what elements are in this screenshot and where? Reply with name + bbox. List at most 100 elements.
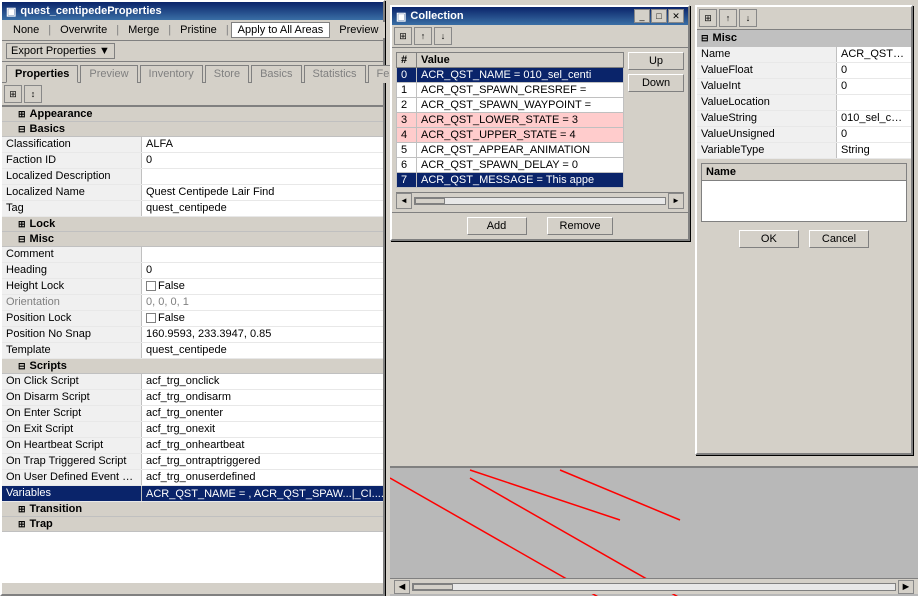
prop-template-name: Template [2,343,142,358]
props-grid-btn[interactable]: ⊞ [4,85,22,103]
menu-pristine[interactable]: Pristine [173,22,224,38]
tab-statistics[interactable]: Statistics [304,65,366,83]
name-section: Name [701,163,907,222]
tab-preview[interactable]: Preview [80,65,137,83]
section-lock[interactable]: ⊞ Lock [2,217,383,232]
tab-basics[interactable]: Basics [251,65,301,83]
section-transition-label: Transition [30,503,83,515]
right-up-btn[interactable]: ↑ [719,9,737,27]
prop-factionid-name: Faction ID [2,153,142,168]
menu-apply-areas[interactable]: Apply to All Areas [231,22,331,38]
right-prop-valuelocation-label: ValueLocation [697,95,837,110]
cell-val-5: ACR_QST_APPEAR_ANIMATION [417,143,624,158]
bottom-scroll-right[interactable]: ► [898,580,914,594]
prop-factionid: Faction ID 0 [2,153,383,169]
prop-variables-name: Variables [2,486,142,501]
remove-button[interactable]: Remove [547,217,614,235]
scroll-thumb[interactable] [415,198,445,204]
table-row-6[interactable]: 6 ACR_QST_SPAWN_DELAY = 0 [397,158,624,173]
minimize-btn[interactable]: _ [634,9,650,23]
table-row-5[interactable]: 5 ACR_QST_APPEAR_ANIMATION [397,143,624,158]
prop-comment-value [142,247,383,262]
expand-misc-icon: ⊟ [18,234,26,245]
collection-down-btn[interactable]: ↓ [434,27,452,45]
tab-inventory[interactable]: Inventory [140,65,203,83]
collection-grid-btn[interactable]: ⊞ [394,27,412,45]
prop-poslock-value: False [142,311,383,326]
right-prop-valueunsigned-label: ValueUnsigned [697,127,837,142]
prop-heightlock: Height Lock False [2,279,383,295]
maximize-btn[interactable]: □ [651,9,667,23]
section-appearance[interactable]: ⊞ Appearance [2,107,383,122]
prop-heightlock-name: Height Lock [2,279,142,294]
prop-poslock-name: Position Lock [2,311,142,326]
prop-orientation: Orientation 0, 0, 0, 1 [2,295,383,311]
left-window-icon: ▣ [6,5,16,18]
prop-comment: Comment [2,247,383,263]
table-row-2[interactable]: 2 ACR_QST_SPAWN_WAYPOINT = [397,98,624,113]
prop-orientation-value: 0, 0, 0, 1 [142,295,383,310]
prop-ondisarm-name: On Disarm Script [2,390,142,405]
cancel-button[interactable]: Cancel [809,230,869,248]
up-button[interactable]: Up [628,52,684,70]
scroll-right-btn[interactable]: ► [668,193,684,209]
section-misc[interactable]: ⊟ Misc [2,232,383,247]
name-section-label: Name [702,164,906,181]
left-window: ▣ quest_centipedeProperties None | Overw… [0,0,385,596]
cell-val-1: ACR_QST_SPAWN_CRESREF = [417,83,624,98]
section-trap-label: Trap [30,518,53,530]
prop-onheartbeat-value: acf_trg_onheartbeat [142,438,383,453]
section-basics[interactable]: ⊟ Basics [2,122,383,137]
prop-onclick-name: On Click Script [2,374,142,389]
right-section-misc[interactable]: ⊟ Misc [697,30,911,47]
menu-overwrite[interactable]: Overwrite [53,22,114,38]
bottom-scroll-track [412,583,896,591]
prop-posnsnap: Position No Snap 160.9593, 233.3947, 0.8… [2,327,383,343]
section-trap[interactable]: ⊞ Trap [2,517,383,532]
scroll-left-btn[interactable]: ◄ [396,193,412,209]
table-row-0[interactable]: 0 ACR_QST_NAME = 010_sel_centi [397,68,624,83]
menu-merge[interactable]: Merge [121,22,166,38]
collection-up-btn[interactable]: ↑ [414,27,432,45]
prop-variables[interactable]: Variables ACR_QST_NAME = , ACR_QST_SPAW.… [2,486,383,502]
collection-bottom-buttons: Add Remove [392,212,688,239]
tab-properties[interactable]: Properties [6,65,78,83]
prop-onheartbeat: On Heartbeat Script acf_trg_onheartbeat [2,438,383,454]
table-row-4[interactable]: 4 ACR_QST_UPPER_STATE = 4 [397,128,624,143]
right-down-btn[interactable]: ↓ [739,9,757,27]
table-row-1[interactable]: 1 ACR_QST_SPAWN_CRESREF = [397,83,624,98]
menu-none[interactable]: None [6,22,46,38]
bottom-scroll-left[interactable]: ◄ [394,580,410,594]
section-scripts[interactable]: ⊟ Scripts [2,359,383,374]
prop-locdesc: Localized Description [2,169,383,185]
prop-comment-name: Comment [2,247,142,262]
expand-appearance-icon: ⊞ [18,109,26,120]
table-row-7[interactable]: 7 ACR_QST_MESSAGE = This appe [397,173,624,188]
prop-classification: Classification ALFA [2,137,383,153]
down-button[interactable]: Down [628,74,684,92]
poslock-checkbox[interactable] [146,313,156,323]
prop-onenter: On Enter Script acf_trg_onenter [2,406,383,422]
ok-button[interactable]: OK [739,230,799,248]
bottom-scroll-thumb[interactable] [413,584,453,590]
prop-posnosnap-name: Position No Snap [2,327,142,342]
menu-preview[interactable]: Preview [332,22,385,38]
section-transition[interactable]: ⊞ Transition [2,502,383,517]
table-row-3[interactable]: 3 ACR_QST_LOWER_STATE = 3 [397,113,624,128]
cell-val-3: ACR_QST_LOWER_STATE = 3 [417,113,624,128]
add-button[interactable]: Add [467,217,527,235]
props-sort-btn[interactable]: ↕ [24,85,42,103]
collection-titlebar: ▣ Collection _ □ ✕ [392,7,688,25]
section-scripts-label: Scripts [30,360,67,372]
prop-classification-value: ALFA [142,137,383,152]
right-grid-btn[interactable]: ⊞ [699,9,717,27]
close-btn[interactable]: ✕ [668,9,684,23]
right-props-toolbar: ⊞ ↑ ↓ [697,7,911,30]
export-properties-dropdown[interactable]: Export Properties ▼ [6,43,115,59]
col-value: Value [417,53,624,68]
tab-store[interactable]: Store [205,65,249,83]
prop-onexit-name: On Exit Script [2,422,142,437]
scroll-track [414,197,666,205]
properties-panel: ⊞ Appearance ⊟ Basics Classification ALF… [2,106,383,583]
heightlock-checkbox[interactable] [146,281,156,291]
